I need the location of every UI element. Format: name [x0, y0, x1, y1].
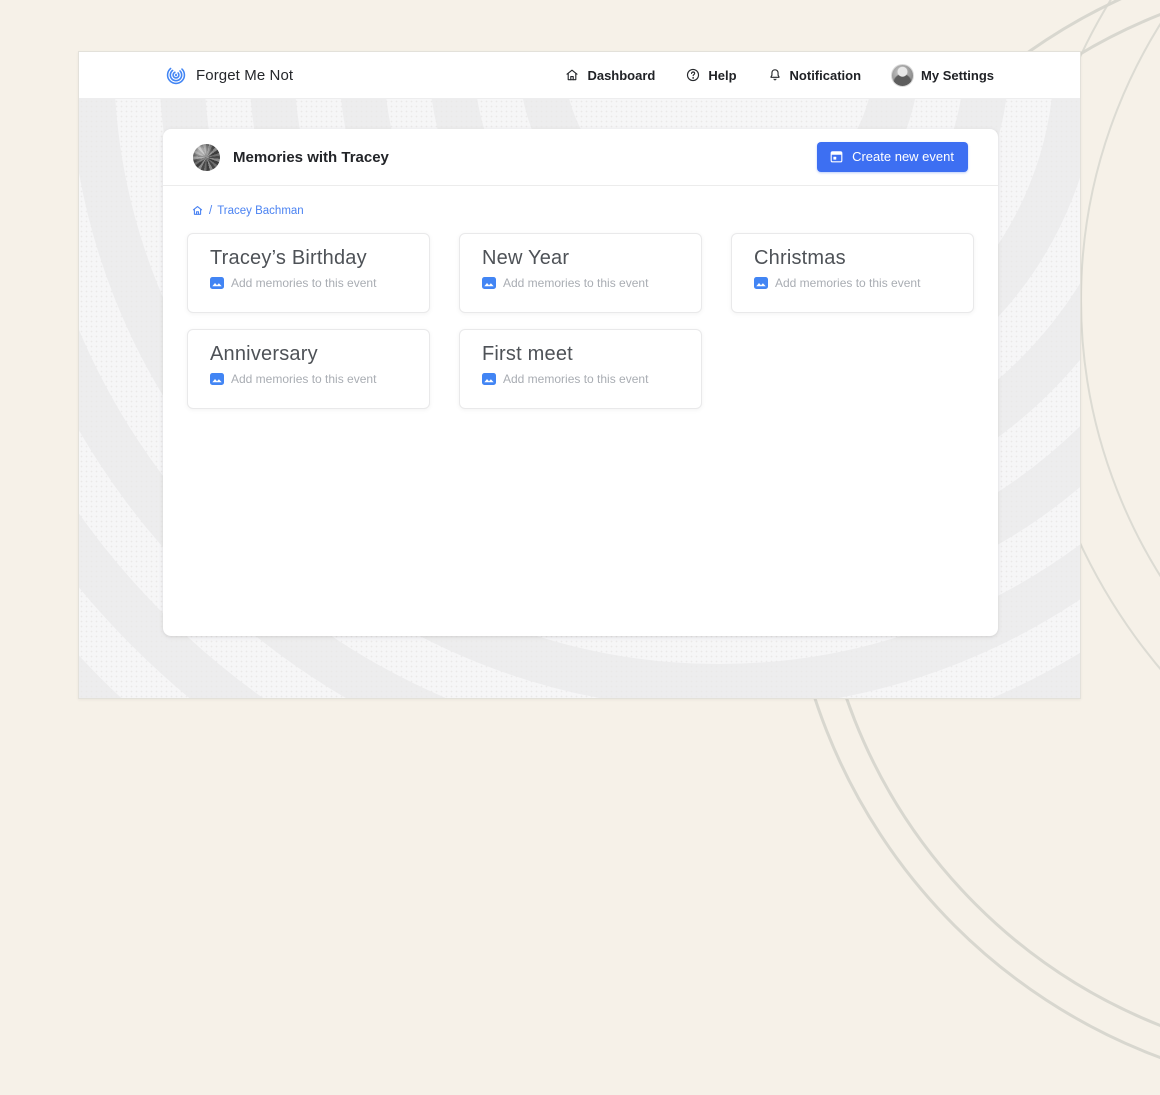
- event-title: Anniversary: [210, 342, 407, 367]
- nav-label: Help: [708, 68, 736, 83]
- bell-icon: [767, 67, 783, 83]
- event-card-christmas[interactable]: Christmas Add memories to this event: [731, 233, 974, 313]
- brand[interactable]: Forget Me Not: [165, 64, 293, 86]
- user-avatar: [891, 64, 914, 87]
- event-card-first-meet[interactable]: First meet Add memories to this event: [459, 329, 702, 409]
- event-card-new-year[interactable]: New Year Add memories to this event: [459, 233, 702, 313]
- event-card-anniversary[interactable]: Anniversary Add memories to this event: [187, 329, 430, 409]
- panel-body: / Tracey Bachman Tracey’s Birthday Add m…: [163, 186, 998, 425]
- calendar-icon: [829, 149, 844, 164]
- breadcrumb-current-link[interactable]: Tracey Bachman: [217, 205, 304, 217]
- home-icon: [564, 67, 580, 83]
- nav-item-notification[interactable]: Notification: [767, 67, 862, 83]
- event-subtitle: Add memories to this event: [775, 276, 920, 290]
- breadcrumb-separator: /: [209, 205, 212, 217]
- breadcrumb: / Tracey Bachman: [191, 204, 972, 217]
- brand-name: Forget Me Not: [196, 67, 293, 84]
- event-title: New Year: [482, 246, 679, 271]
- events-grid: Tracey’s Birthday Add memories to this e…: [187, 233, 974, 409]
- photo-icon: [482, 373, 496, 385]
- help-icon: [685, 67, 701, 83]
- event-title: Christmas: [754, 246, 951, 271]
- photo-icon: [210, 373, 224, 385]
- nav-label: Dashboard: [587, 68, 655, 83]
- event-subtitle: Add memories to this event: [503, 276, 648, 290]
- app-window: Forget Me Not Dashboard: [78, 51, 1081, 699]
- nav-item-dashboard[interactable]: Dashboard: [564, 67, 655, 83]
- photo-icon: [482, 277, 496, 289]
- event-subtitle: Add memories to this event: [503, 372, 648, 386]
- nav-item-help[interactable]: Help: [685, 67, 736, 83]
- memories-panel: Memories with Tracey Create new event: [163, 129, 998, 636]
- event-title: Tracey’s Birthday: [210, 246, 407, 271]
- event-subtitle: Add memories to this event: [231, 276, 376, 290]
- tracey-avatar: [193, 144, 220, 171]
- create-new-event-button[interactable]: Create new event: [817, 142, 968, 172]
- top-navigation-bar: Forget Me Not Dashboard: [79, 52, 1080, 99]
- nav-label: My Settings: [921, 68, 994, 83]
- nav-label: Notification: [790, 68, 862, 83]
- nav-item-my-settings[interactable]: My Settings: [891, 64, 994, 87]
- fingerprint-logo-icon: [165, 64, 187, 86]
- event-card-traceys-birthday[interactable]: Tracey’s Birthday Add memories to this e…: [187, 233, 430, 313]
- top-nav-menu: Dashboard Help: [564, 64, 994, 87]
- panel-header: Memories with Tracey Create new event: [163, 129, 998, 186]
- event-subtitle: Add memories to this event: [231, 372, 376, 386]
- panel-title: Memories with Tracey: [233, 149, 389, 166]
- create-new-event-label: Create new event: [852, 149, 954, 164]
- photo-icon: [754, 277, 768, 289]
- breadcrumb-home-icon[interactable]: [191, 204, 204, 217]
- photo-icon: [210, 277, 224, 289]
- event-title: First meet: [482, 342, 679, 367]
- content-area: Memories with Tracey Create new event: [79, 99, 1080, 698]
